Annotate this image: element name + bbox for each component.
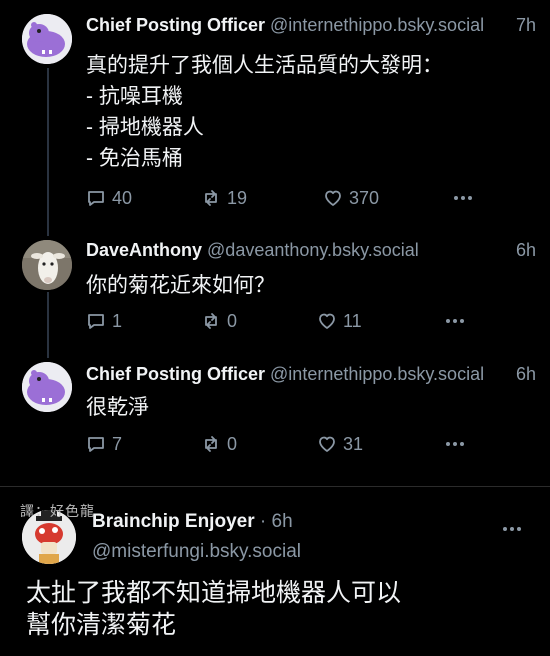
- repost-count: 19: [227, 187, 248, 208]
- heart-icon: [319, 313, 335, 329]
- repost-button[interactable]: 0: [201, 309, 237, 333]
- post-line: 真的提升了我個人生活品質的大發明：: [86, 54, 443, 77]
- more-options-button[interactable]: [451, 186, 475, 210]
- post-text: 你的菊花近來如何？: [86, 270, 536, 301]
- post-actions: 1 0 11: [86, 309, 486, 333]
- more-icon: [446, 442, 464, 446]
- more-icon: [454, 196, 472, 200]
- post-item[interactable]: Chief Posting Officer @internethippo.bsk…: [0, 352, 550, 476]
- repost-count: 0: [227, 433, 238, 454]
- author-name[interactable]: Chief Posting Officer: [86, 364, 265, 384]
- author-handle[interactable]: @daveanthony.bsky.social: [207, 240, 419, 260]
- more-options-button[interactable]: [443, 309, 467, 333]
- time-separator: ·: [259, 511, 272, 532]
- post-line: 幫你清潔菊花: [26, 611, 177, 639]
- post-time[interactable]: 6h: [272, 511, 293, 532]
- repost-icon: [205, 313, 217, 329]
- avatar[interactable]: [22, 14, 72, 64]
- reply-button[interactable]: 40: [86, 186, 132, 210]
- post-time[interactable]: 7h: [509, 13, 536, 37]
- hippo-avatar-icon: [22, 362, 72, 412]
- author-name[interactable]: Brainchip Enjoyer: [92, 511, 255, 532]
- reply-button[interactable]: 1: [86, 309, 122, 333]
- reply-count: 1: [112, 310, 123, 331]
- post-line: - 免治馬桶: [86, 147, 183, 170]
- reply-icon: [88, 191, 104, 206]
- post-actions: 40 19 370: [86, 186, 486, 210]
- heart-icon: [319, 436, 335, 452]
- avatar[interactable]: [22, 362, 72, 412]
- post-line: 很乾淨: [86, 396, 149, 419]
- more-options-button[interactable]: [443, 432, 467, 456]
- author-handle[interactable]: @internethippo.bsky.social: [270, 364, 484, 384]
- translator-watermark: 譯：好色龍: [20, 504, 95, 520]
- post-line: 太扯了我都不知道掃地機器人可以: [26, 579, 402, 607]
- post-text: 很乾淨: [86, 392, 536, 423]
- repost-button[interactable]: 19: [201, 186, 247, 210]
- post-text: 太扯了我都不知道掃地機器人可以 幫你清潔菊花: [26, 577, 536, 641]
- like-count: 370: [349, 187, 380, 208]
- like-button[interactable]: 11: [317, 309, 362, 333]
- repost-button[interactable]: 0: [201, 432, 237, 456]
- post-actions: 7 0 31: [86, 432, 486, 456]
- reply-icon: [88, 437, 104, 452]
- post-time[interactable]: 6h: [509, 238, 536, 262]
- reply-count: 7: [112, 433, 123, 454]
- reply-button[interactable]: 7: [86, 432, 122, 456]
- like-count: 11: [343, 310, 362, 331]
- post-line: - 掃地機器人: [86, 116, 204, 139]
- goat-avatar-icon: [22, 240, 72, 290]
- post-item[interactable]: Chief Posting Officer @internethippo.bsk…: [0, 0, 550, 228]
- more-icon: [503, 527, 521, 531]
- author-handle[interactable]: @misterfungi.bsky.social: [92, 541, 301, 562]
- more-icon: [446, 319, 464, 323]
- more-options-button[interactable]: [500, 517, 524, 541]
- heart-icon: [325, 190, 341, 206]
- hippo-avatar-icon: [22, 14, 72, 64]
- repost-icon: [205, 436, 217, 452]
- like-button[interactable]: 31: [317, 432, 363, 456]
- thread-feed: Chief Posting Officer @internethippo.bsk…: [0, 0, 550, 485]
- author-name[interactable]: Chief Posting Officer: [86, 15, 265, 35]
- like-button[interactable]: 370: [323, 186, 379, 210]
- post-item[interactable]: DaveAnthony @daveanthony.bsky.social 6h …: [0, 228, 550, 352]
- post-line: - 抗噪耳機: [86, 85, 183, 108]
- post-line: 你的菊花近來如何？: [86, 274, 275, 297]
- reply-icon: [88, 314, 104, 329]
- repost-count: 0: [227, 310, 238, 331]
- like-count: 31: [343, 433, 364, 454]
- post-text: 真的提升了我個人生活品質的大發明： - 抗噪耳機 - 掃地機器人 - 免治馬桶: [86, 50, 536, 174]
- author-name[interactable]: DaveAnthony: [86, 240, 202, 260]
- post-time[interactable]: 6h: [509, 362, 536, 386]
- avatar[interactable]: [22, 240, 72, 290]
- repost-icon: [205, 190, 217, 206]
- reply-count: 40: [112, 187, 133, 208]
- author-handle[interactable]: @internethippo.bsky.social: [270, 15, 484, 35]
